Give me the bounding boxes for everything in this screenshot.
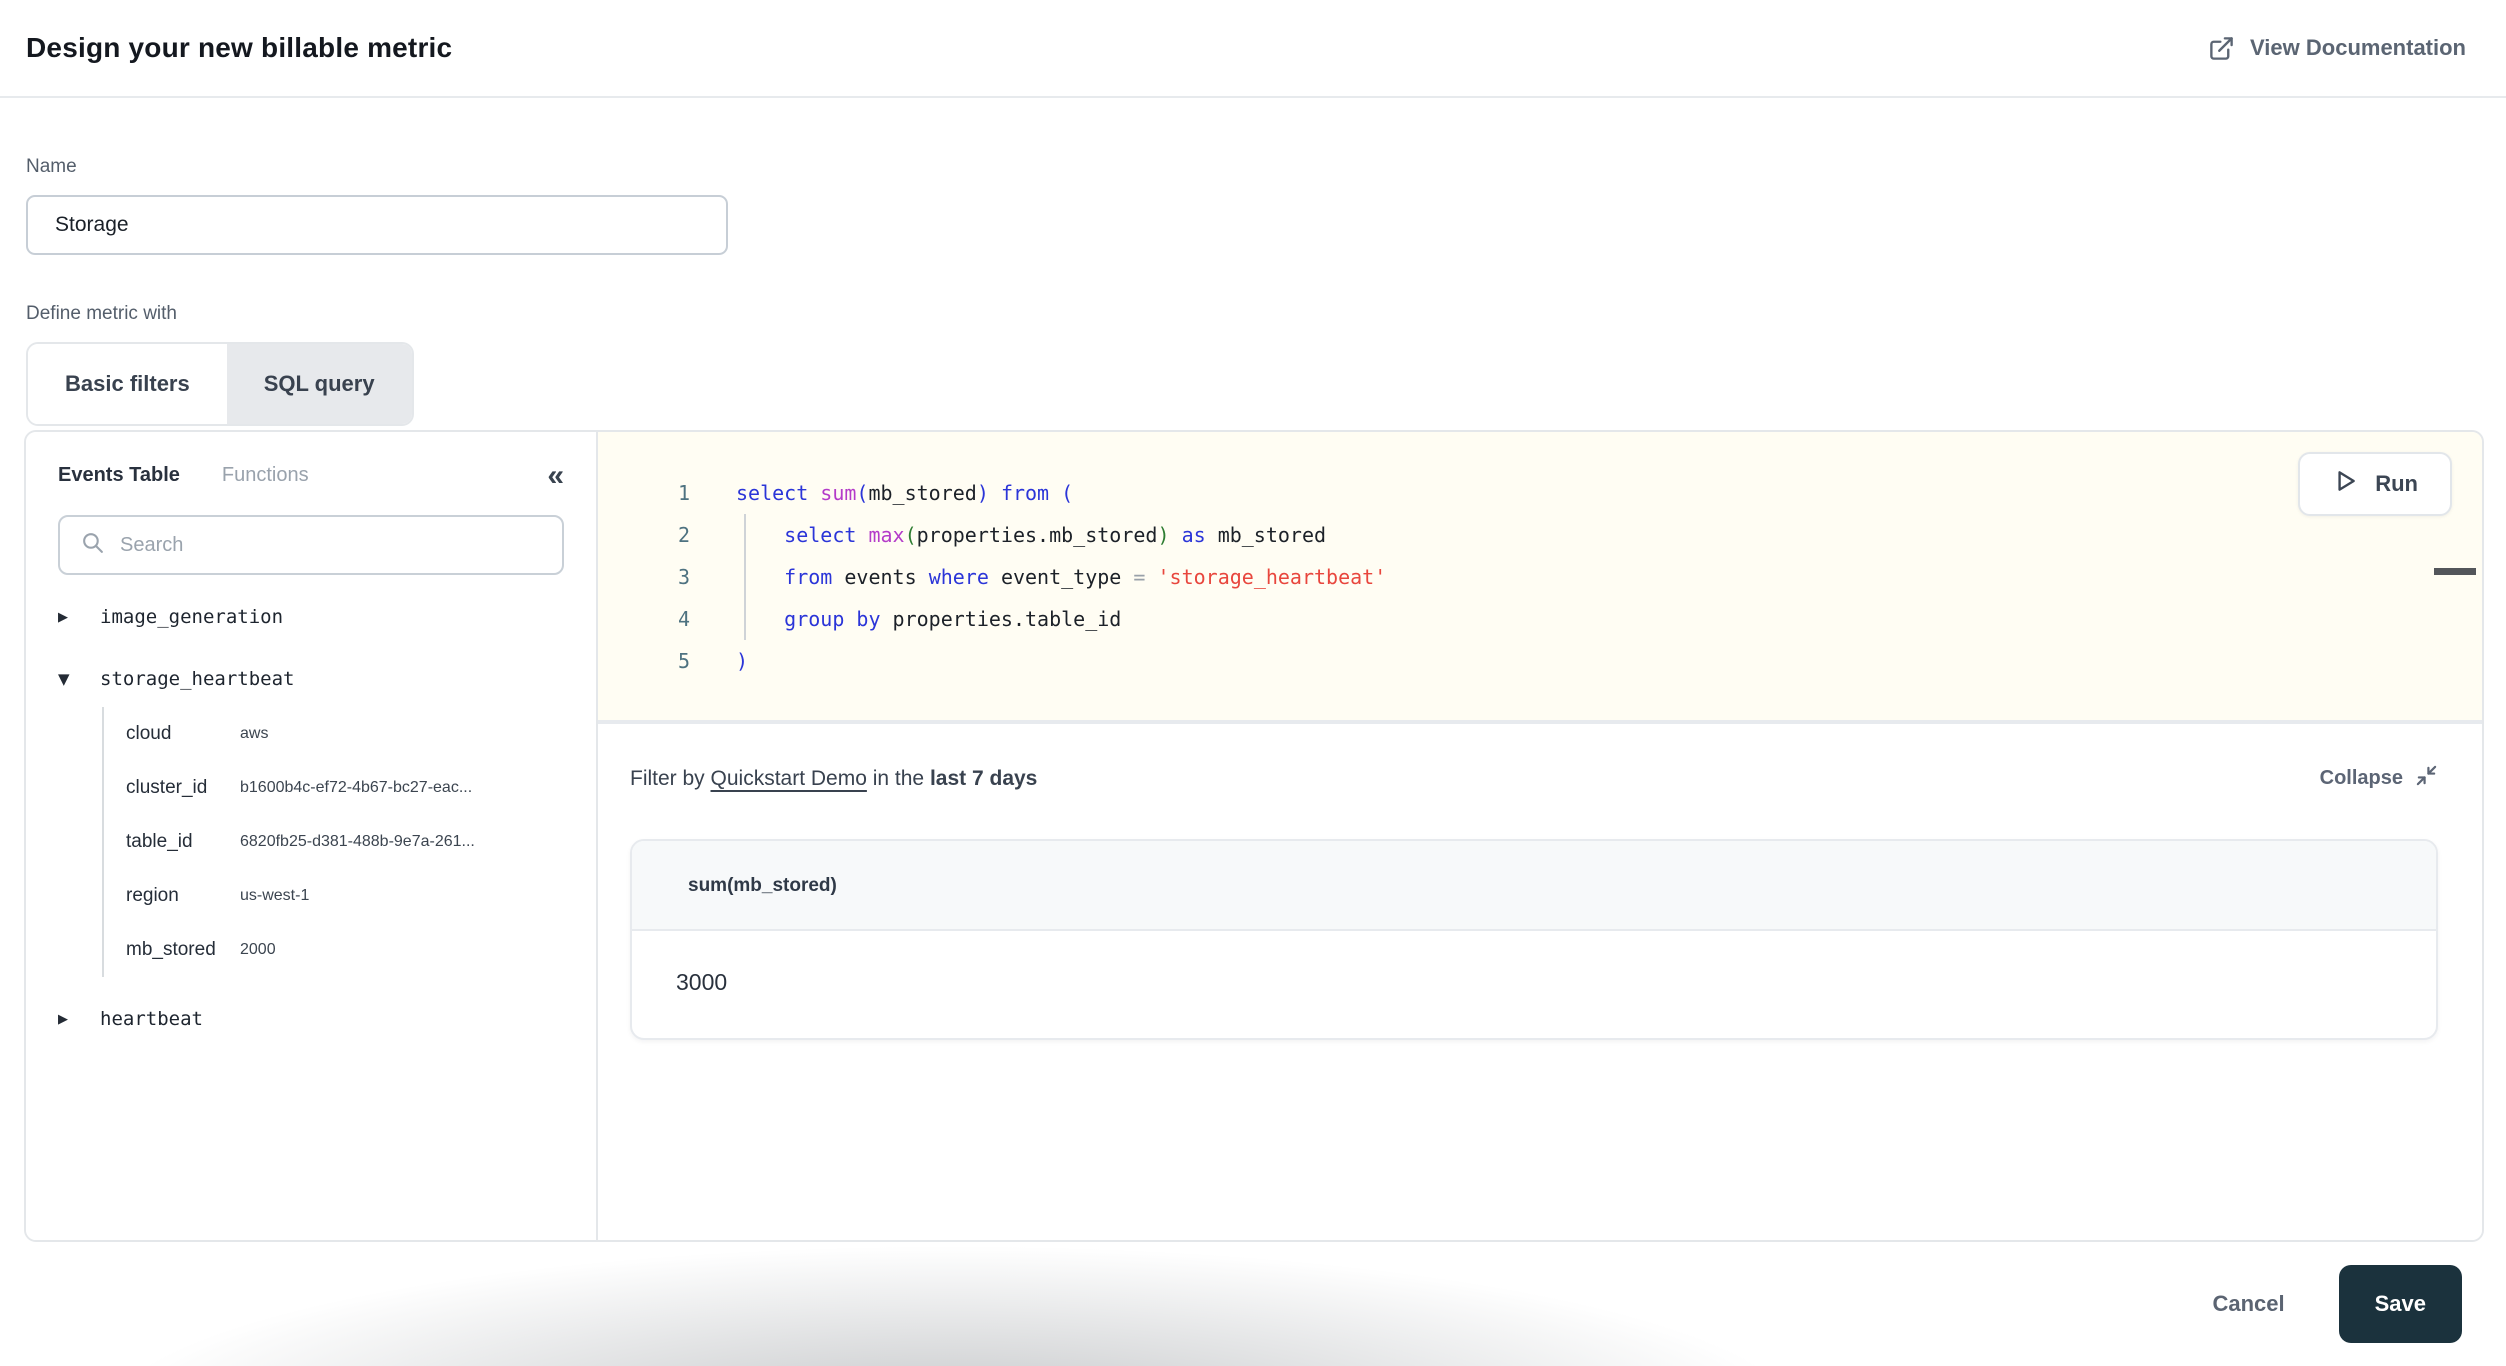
property-value: us-west-1 xyxy=(240,887,309,905)
code-text: ) xyxy=(736,640,748,682)
property-key: cloud xyxy=(126,723,240,745)
collapse-arrows-icon xyxy=(2415,764,2438,793)
search-input[interactable] xyxy=(120,534,542,557)
search-icon xyxy=(80,530,105,560)
filter-prefix: Filter by xyxy=(630,767,711,791)
code-line-2: 2 select max(properties.mb_stored) as mb… xyxy=(598,514,2482,556)
tree-event-storage_heartbeat[interactable]: ▼ storage_heartbeat xyxy=(58,659,564,699)
property-key: cluster_id xyxy=(126,777,240,799)
filter-range: last 7 days xyxy=(930,767,1037,791)
run-label: Run xyxy=(2375,471,2418,497)
header: Design your new billable metric View Doc… xyxy=(0,0,2506,98)
metric-form: Name Define metric with Basic filters SQ… xyxy=(26,98,728,426)
result-column-header: sum(mb_stored) xyxy=(632,841,2436,931)
tree-event-heartbeat[interactable]: ▶ heartbeat xyxy=(58,999,564,1039)
name-input[interactable] xyxy=(26,195,728,255)
line-number: 3 xyxy=(598,556,690,598)
result-cell: 3000 xyxy=(632,931,2436,1038)
event-name: image_generation xyxy=(100,606,283,628)
filter-row: Filter by Quickstart Demo in the last 7 … xyxy=(630,764,2438,793)
code-text: group by properties.table_id xyxy=(736,598,1121,640)
caret-right-icon[interactable]: ▶ xyxy=(58,1012,74,1027)
external-link-icon xyxy=(2208,35,2235,62)
define-metric-tabs: Basic filters SQL query xyxy=(26,342,414,426)
save-button[interactable]: Save xyxy=(2339,1265,2462,1343)
footer: Cancel Save xyxy=(0,1242,2506,1366)
results-area: Filter by Quickstart Demo in the last 7 … xyxy=(598,724,2482,1240)
property-row-region[interactable]: regionus-west-1 xyxy=(126,869,564,923)
query-result-table: sum(mb_stored) 3000 xyxy=(630,839,2438,1040)
property-key: region xyxy=(126,885,240,907)
event-name: storage_heartbeat xyxy=(100,668,294,690)
define-metric-with-label: Define metric with xyxy=(26,303,728,325)
sql-editor-column: 1select sum(mb_stored) from (2 select ma… xyxy=(598,432,2482,1240)
event-name: heartbeat xyxy=(100,1008,203,1030)
chevrons-left-icon[interactable]: « xyxy=(547,466,564,486)
property-key: mb_stored xyxy=(126,939,240,961)
sql-code-editor[interactable]: 1select sum(mb_stored) from (2 select ma… xyxy=(598,432,2482,724)
property-value: b1600b4c-ef72-4b67-bc27-eac... xyxy=(240,779,472,797)
caret-right-icon[interactable]: ▶ xyxy=(58,610,74,625)
filter-middle: in the xyxy=(867,767,930,791)
code-text: from events where event_type = 'storage_… xyxy=(736,556,1386,598)
tab-functions[interactable]: Functions xyxy=(222,464,309,487)
run-button[interactable]: Run xyxy=(2298,452,2452,516)
sidebar-tabs: Events Table Functions « xyxy=(58,464,564,487)
page-title: Design your new billable metric xyxy=(26,32,452,64)
property-row-table_id[interactable]: table_id6820fb25-d381-488b-9e7a-261... xyxy=(126,815,564,869)
events-sidebar: Events Table Functions « ▶ image_generati… xyxy=(26,432,598,1240)
property-row-mb_stored[interactable]: mb_stored2000 xyxy=(126,923,564,977)
line-number: 1 xyxy=(598,472,690,514)
tree-event-image_generation[interactable]: ▶ image_generation xyxy=(58,597,564,637)
caret-down-icon[interactable]: ▼ xyxy=(58,670,74,688)
code-line-4: 4 group by properties.table_id xyxy=(598,598,2482,640)
code-line-3: 3 from events where event_type = 'storag… xyxy=(598,556,2482,598)
tab-events-table[interactable]: Events Table xyxy=(58,464,180,487)
collapse-results-label: Collapse xyxy=(2320,767,2403,790)
view-documentation-link[interactable]: View Documentation xyxy=(2208,35,2466,62)
line-number: 4 xyxy=(598,598,690,640)
quickstart-demo-link[interactable]: Quickstart Demo xyxy=(711,767,867,791)
property-value: aws xyxy=(240,725,268,743)
scroll-marker[interactable] xyxy=(2434,568,2476,575)
property-row-cloud[interactable]: cloudaws xyxy=(126,707,564,761)
tab-basic-filters[interactable]: Basic filters xyxy=(28,344,227,424)
line-number: 2 xyxy=(598,514,690,556)
events-tree: ▶ image_generation ▼ storage_heartbeatcloud… xyxy=(58,597,564,1039)
filter-description: Filter by Quickstart Demo in the last 7 … xyxy=(630,767,1037,791)
property-value: 6820fb25-d381-488b-9e7a-261... xyxy=(240,833,475,851)
search-box xyxy=(58,515,564,575)
event-properties: cloudawscluster_idb1600b4c-ef72-4b67-bc2… xyxy=(102,707,564,977)
code-line-5: 5) xyxy=(598,640,2482,682)
property-key: table_id xyxy=(126,831,240,853)
code-text: select max(properties.mb_stored) as mb_s… xyxy=(736,514,1326,556)
sql-builder-panel: Events Table Functions « ▶ image_generati… xyxy=(24,430,2484,1242)
line-number: 5 xyxy=(598,640,690,682)
play-icon xyxy=(2332,468,2358,500)
code-lines: 1select sum(mb_stored) from (2 select ma… xyxy=(598,432,2482,682)
property-value: 2000 xyxy=(240,941,276,959)
collapse-results-button[interactable]: Collapse xyxy=(2320,764,2438,793)
tab-sql-query[interactable]: SQL query xyxy=(227,344,412,424)
code-line-1: 1 select sum(mb_stored) from ( xyxy=(598,472,2482,514)
cancel-button[interactable]: Cancel xyxy=(2212,1291,2284,1317)
property-row-cluster_id[interactable]: cluster_idb1600b4c-ef72-4b67-bc27-eac... xyxy=(126,761,564,815)
view-documentation-label: View Documentation xyxy=(2250,35,2466,61)
code-text: select sum(mb_stored) from ( xyxy=(736,472,1073,514)
name-label: Name xyxy=(26,156,728,178)
